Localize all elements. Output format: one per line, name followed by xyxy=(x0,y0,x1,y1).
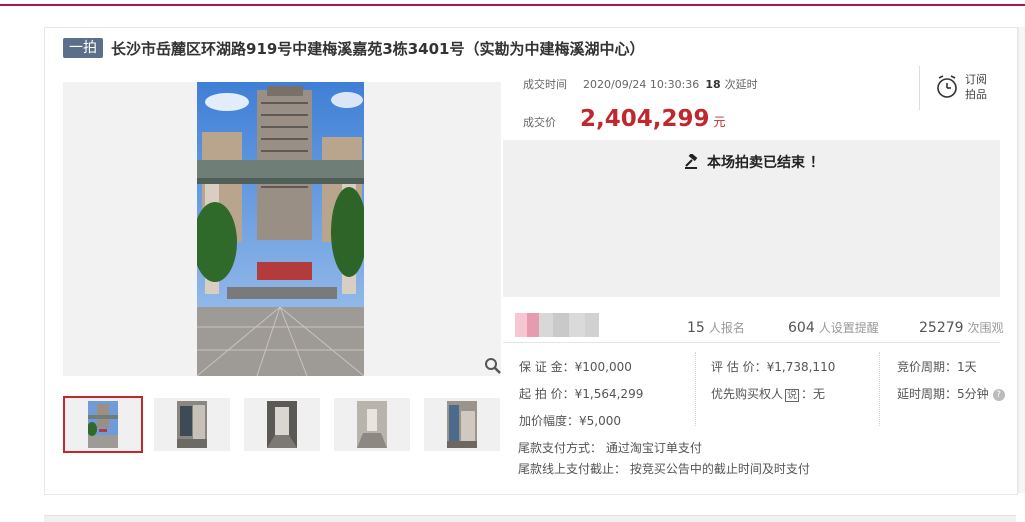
thumbnail-1[interactable] xyxy=(63,396,143,453)
deal-time-row: 成交时间 2020/09/24 10:30:36 18 次延时 xyxy=(523,76,758,92)
vertical-divider xyxy=(919,66,920,110)
payment-deadline: 尾款线上支付截止： 按竞买公告中的截止时间及时支付 xyxy=(518,462,810,476)
extension-label: 次延时 xyxy=(724,78,758,91)
reminder-count: 604 人设置提醒 xyxy=(788,320,879,336)
bid-period: 竞价周期：1天 xyxy=(897,360,977,374)
auction-ended-banner: 本场拍卖已结束 ！ xyxy=(503,140,1000,297)
right-panel-edge xyxy=(1018,27,1025,493)
thumbnail-image xyxy=(357,401,387,448)
auction-ended-text: 本场拍卖已结束 ！ xyxy=(707,155,824,171)
deal-price-value: 2,404,299 xyxy=(580,106,710,132)
auction-round-badge: 一拍 xyxy=(63,38,103,58)
thumbnail-image xyxy=(267,401,297,448)
appraisal-price: 评 估 价：¥1,738,110 xyxy=(711,360,836,374)
deposit: 保 证 金：¥100,000 xyxy=(519,360,632,374)
subscribe-label-2: 拍品 xyxy=(965,88,987,101)
deal-price-row: 成交价 2,404,299 元 xyxy=(523,106,726,132)
gavel-icon xyxy=(685,154,698,169)
details-divider-1 xyxy=(695,352,696,426)
subscribe-button[interactable]: 订阅 拍品 xyxy=(935,72,987,102)
extension-count: 18 xyxy=(705,78,721,91)
payment-method: 尾款支付方式： 通过淘宝订单支付 xyxy=(518,441,702,455)
main-photo xyxy=(197,82,364,376)
deal-time-value: 2020/09/24 10:30:36 xyxy=(583,78,700,91)
priority-info-icon: 说 xyxy=(785,389,800,402)
signup-count: 15 人报名 xyxy=(687,320,745,336)
details-divider-2 xyxy=(879,352,880,426)
deal-price-unit: 元 xyxy=(713,115,726,129)
main-image-viewer[interactable] xyxy=(63,82,501,376)
help-icon[interactable]: ? xyxy=(992,388,1005,401)
alarm-clock-icon xyxy=(937,75,957,98)
auction-details: 保 证 金：¥100,000 起 拍 价：¥1,564,299 加价幅度：¥5,… xyxy=(503,342,1005,428)
blurred-avatar xyxy=(515,313,599,337)
thumbnail-strip xyxy=(63,396,514,453)
page-title: 长沙市岳麓区环湖路919号中建梅溪嘉苑3栋3401号（实勘为中建梅溪湖中心） xyxy=(111,39,645,58)
deal-price-label: 成交价 xyxy=(523,116,556,129)
start-price: 起 拍 价：¥1,564,299 xyxy=(519,387,644,401)
thumbnail-image xyxy=(88,401,118,448)
thumbnail-5[interactable] xyxy=(424,398,500,451)
delay-period: 延时周期：5分钟? xyxy=(897,385,1005,402)
thumbnail-3[interactable] xyxy=(244,398,320,451)
view-count: 25279 次围观 xyxy=(919,320,1004,336)
thumbnail-image xyxy=(177,401,207,448)
title-row: 一拍 长沙市岳麓区环湖路919号中建梅溪嘉苑3栋3401号（实勘为中建梅溪湖中心… xyxy=(63,37,645,59)
stats-row: 15 人报名 604 人设置提醒 25279 次围观 xyxy=(503,312,1004,343)
thumbnail-4[interactable] xyxy=(334,398,410,451)
top-accent-line xyxy=(0,4,1025,6)
thumbnail-2[interactable] xyxy=(154,398,230,451)
subscribe-label-1: 订阅 xyxy=(965,73,987,86)
priority-buyer: 优先购买权人说：无 xyxy=(711,387,826,402)
bid-increment: 加价幅度：¥5,000 xyxy=(519,414,621,428)
thumbnail-image xyxy=(447,401,477,448)
deal-time-label: 成交时间 xyxy=(523,78,567,91)
zoom-icon[interactable] xyxy=(484,357,502,375)
